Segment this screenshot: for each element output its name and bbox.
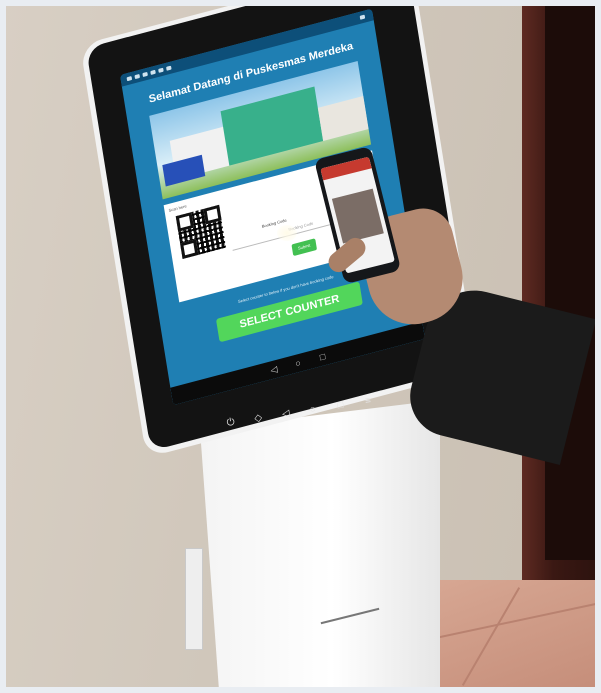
light-glare <box>277 225 297 241</box>
kiosk-stand <box>200 400 440 693</box>
menu-icon[interactable]: ≡ <box>364 395 371 407</box>
qr-code <box>175 204 227 259</box>
power-icon[interactable]: ⏻ <box>226 417 236 429</box>
door-opening <box>545 0 601 560</box>
wall-outlet <box>185 548 203 650</box>
phone-app-header <box>320 156 372 181</box>
phone-booking-image <box>331 188 384 244</box>
back-icon[interactable]: ◁ <box>270 364 278 376</box>
scan-here-label: Scan here <box>168 203 187 213</box>
volume-icon[interactable]: ◇ <box>254 412 263 424</box>
recents-icon[interactable]: □ <box>319 351 326 362</box>
submit-button[interactable]: Submit <box>291 238 318 257</box>
recents-icon[interactable]: □ <box>337 400 345 412</box>
floor-tiles <box>430 580 601 693</box>
back-icon[interactable]: ◁ <box>281 408 290 420</box>
home-icon[interactable]: ○ <box>294 358 301 369</box>
home-icon[interactable]: ○ <box>309 404 317 416</box>
photo-scene: Selamat Datang di Puskesmas Merdeka Scan… <box>0 0 601 693</box>
